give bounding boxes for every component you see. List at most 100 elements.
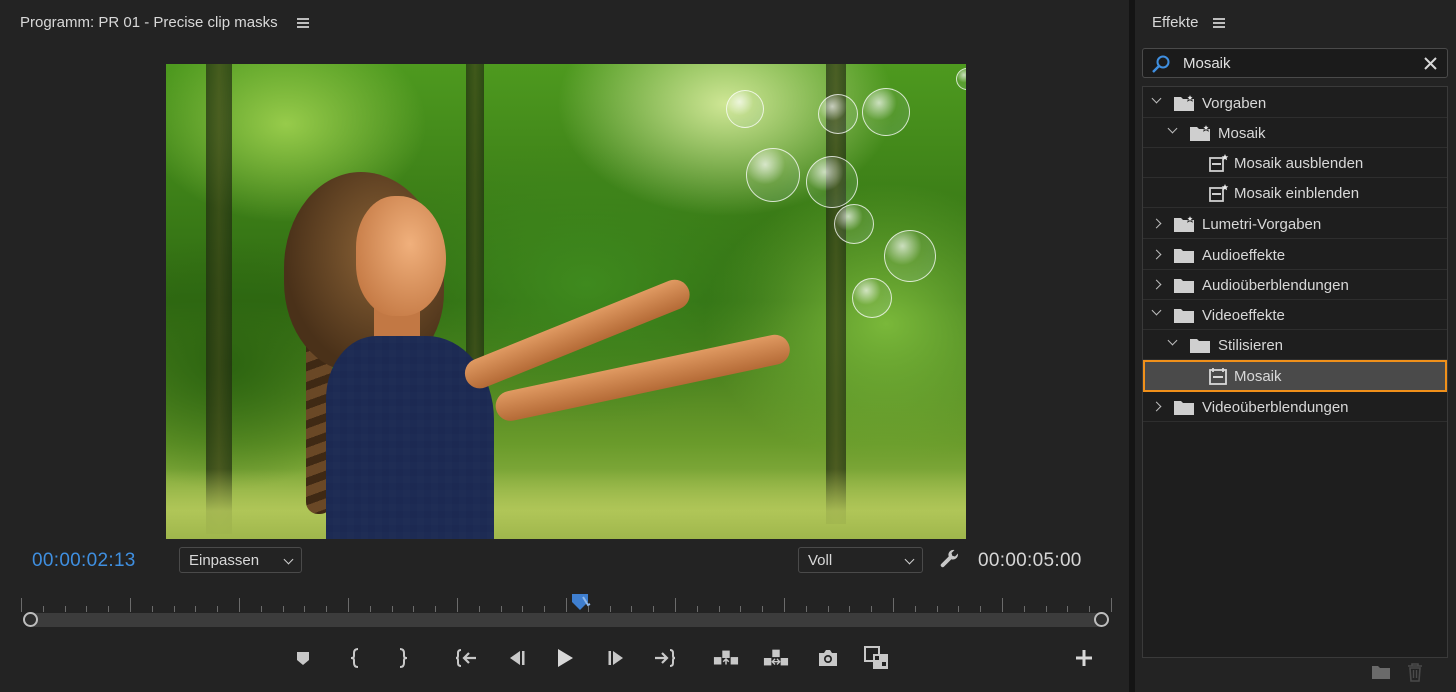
chevron-down-icon[interactable] [1151, 93, 1162, 104]
program-monitor-header: Programm: PR 01 - Precise clip masks [0, 0, 1129, 46]
effects-tree-item[interactable]: Audioeffekte [1143, 240, 1447, 270]
chevron-right-icon[interactable] [1151, 401, 1162, 412]
effects-tree-item-label: Videoeffekte [1202, 307, 1285, 324]
lift-icon [713, 650, 739, 665]
zoom-scrollbar-track[interactable] [26, 613, 1107, 627]
ruler-tick [1067, 606, 1068, 612]
effects-tree[interactable]: Vorgaben Mosaik Mosaik ausblenden Mosaik ei… [1142, 86, 1448, 658]
effects-tree-item[interactable]: Mosaik [1143, 118, 1447, 148]
effects-tree-item-label: Lumetri-Vorgaben [1202, 216, 1322, 233]
ruler-tick [1111, 598, 1112, 612]
ruler-tick [65, 606, 66, 612]
ruler-tick [719, 606, 720, 612]
comparison-view-button[interactable] [864, 645, 890, 671]
mark-in-button[interactable] [343, 645, 369, 671]
go-to-in-button[interactable] [453, 645, 479, 671]
video-effect-icon [1209, 367, 1227, 390]
extract-button[interactable] [763, 645, 789, 671]
preset-folder-icon [1189, 122, 1211, 147]
current-timecode[interactable]: 00:00:02:13 [32, 550, 136, 572]
folder-icon [1173, 306, 1195, 329]
soap-bubble [818, 94, 858, 134]
ruler-tick [152, 606, 153, 612]
folder-icon [1173, 276, 1195, 299]
play-button[interactable] [552, 645, 578, 671]
program-monitor-panel: Programm: PR 01 - Precise clip masks 00:… [0, 0, 1129, 692]
effects-tree-item-label: Videoüberblendungen [1202, 399, 1349, 416]
ruler-tick [1089, 606, 1090, 612]
effects-tree-item-label: Mosaik [1218, 125, 1266, 142]
video-preview[interactable] [166, 64, 966, 539]
ruler-tick [108, 606, 109, 612]
new-bin-icon[interactable] [1371, 664, 1391, 680]
go-to-out-icon [655, 649, 676, 667]
ruler-tick [239, 598, 240, 612]
effects-tree-item[interactable]: Mosaik [1143, 360, 1447, 392]
preset-icon [1209, 184, 1229, 207]
panel-menu-icon[interactable] [297, 18, 309, 28]
panel-menu-icon[interactable] [1213, 18, 1225, 28]
export-frame-button[interactable] [815, 645, 841, 671]
button-editor-button[interactable] [1071, 645, 1097, 671]
chevron-right-icon[interactable] [1151, 218, 1162, 229]
folder-icon [1173, 246, 1195, 269]
program-monitor-title: Programm: PR 01 - Precise clip masks [20, 14, 278, 31]
mark-out-button[interactable] [389, 645, 415, 671]
effects-search-input[interactable]: Mosaik [1142, 48, 1448, 78]
close-icon[interactable] [1423, 56, 1438, 71]
ruler-tick [370, 606, 371, 612]
effects-tree-item[interactable]: Mosaik ausblenden [1143, 148, 1447, 178]
zoom-fit-value: Einpassen [189, 552, 260, 569]
wrench-icon[interactable] [938, 548, 962, 572]
zoom-scrollbar-end-handle[interactable] [1094, 612, 1109, 627]
marker-icon [297, 652, 309, 665]
playback-resolution-dropdown[interactable]: Voll [798, 547, 923, 573]
ruler-tick [828, 606, 829, 612]
chevron-right-icon[interactable] [1151, 279, 1162, 290]
effects-tree-item-label: Mosaik einblenden [1234, 185, 1360, 202]
step-forward-button[interactable] [604, 645, 630, 671]
ruler-tick [174, 606, 175, 612]
effects-tree-item[interactable]: Videoeffekte [1143, 300, 1447, 330]
soap-bubble [956, 68, 966, 90]
zoom-scrollbar-start-handle[interactable] [23, 612, 38, 627]
effects-tree-item[interactable]: Stilisieren [1143, 330, 1447, 360]
playback-resolution-value: Voll [808, 552, 833, 569]
trash-icon[interactable] [1407, 662, 1423, 682]
effects-tree-item[interactable]: Videoüberblendungen [1143, 392, 1447, 422]
ruler-tick [762, 606, 763, 612]
go-to-out-button[interactable] [652, 645, 678, 671]
time-ruler[interactable] [21, 590, 1112, 612]
zoom-fit-dropdown[interactable]: Einpassen [179, 547, 302, 573]
effects-tree-item[interactable]: Vorgaben [1143, 88, 1447, 118]
soap-bubble [884, 230, 936, 282]
effects-panel: Effekte Mosaik Vorgaben Mosaik Mosaik ausb… [1135, 0, 1456, 692]
search-icon [1152, 55, 1170, 73]
ruler-tick [130, 598, 131, 612]
chevron-down-icon[interactable] [1151, 305, 1162, 316]
extract-icon [763, 649, 789, 666]
chevron-down-icon[interactable] [1167, 123, 1178, 134]
ruler-tick [740, 606, 741, 612]
folder-icon [1173, 398, 1195, 421]
chevron-down-icon[interactable] [1167, 335, 1178, 346]
add-marker-button[interactable] [290, 645, 316, 671]
step-back-button[interactable] [503, 645, 529, 671]
effects-tree-item[interactable]: Lumetri-Vorgaben [1143, 209, 1447, 239]
playhead-icon[interactable] [571, 590, 595, 612]
ruler-tick [697, 606, 698, 612]
ruler-tick [544, 606, 545, 612]
lift-button[interactable] [713, 645, 739, 671]
soap-bubble [726, 90, 764, 128]
preset-icon [1209, 154, 1229, 177]
effects-tree-item-label: Stilisieren [1218, 337, 1284, 354]
ruler-tick [1002, 598, 1003, 612]
chevron-right-icon[interactable] [1151, 249, 1162, 260]
effects-tree-item[interactable]: Mosaik einblenden [1143, 178, 1447, 208]
ruler-tick [653, 606, 654, 612]
preset-folder-icon [1173, 213, 1195, 238]
ruler-tick [1024, 606, 1025, 612]
effects-tree-item-label: Audioeffekte [1202, 247, 1286, 264]
effects-tree-item[interactable]: Audioüberblendungen [1143, 270, 1447, 300]
effects-search-value: Mosaik [1183, 55, 1231, 72]
